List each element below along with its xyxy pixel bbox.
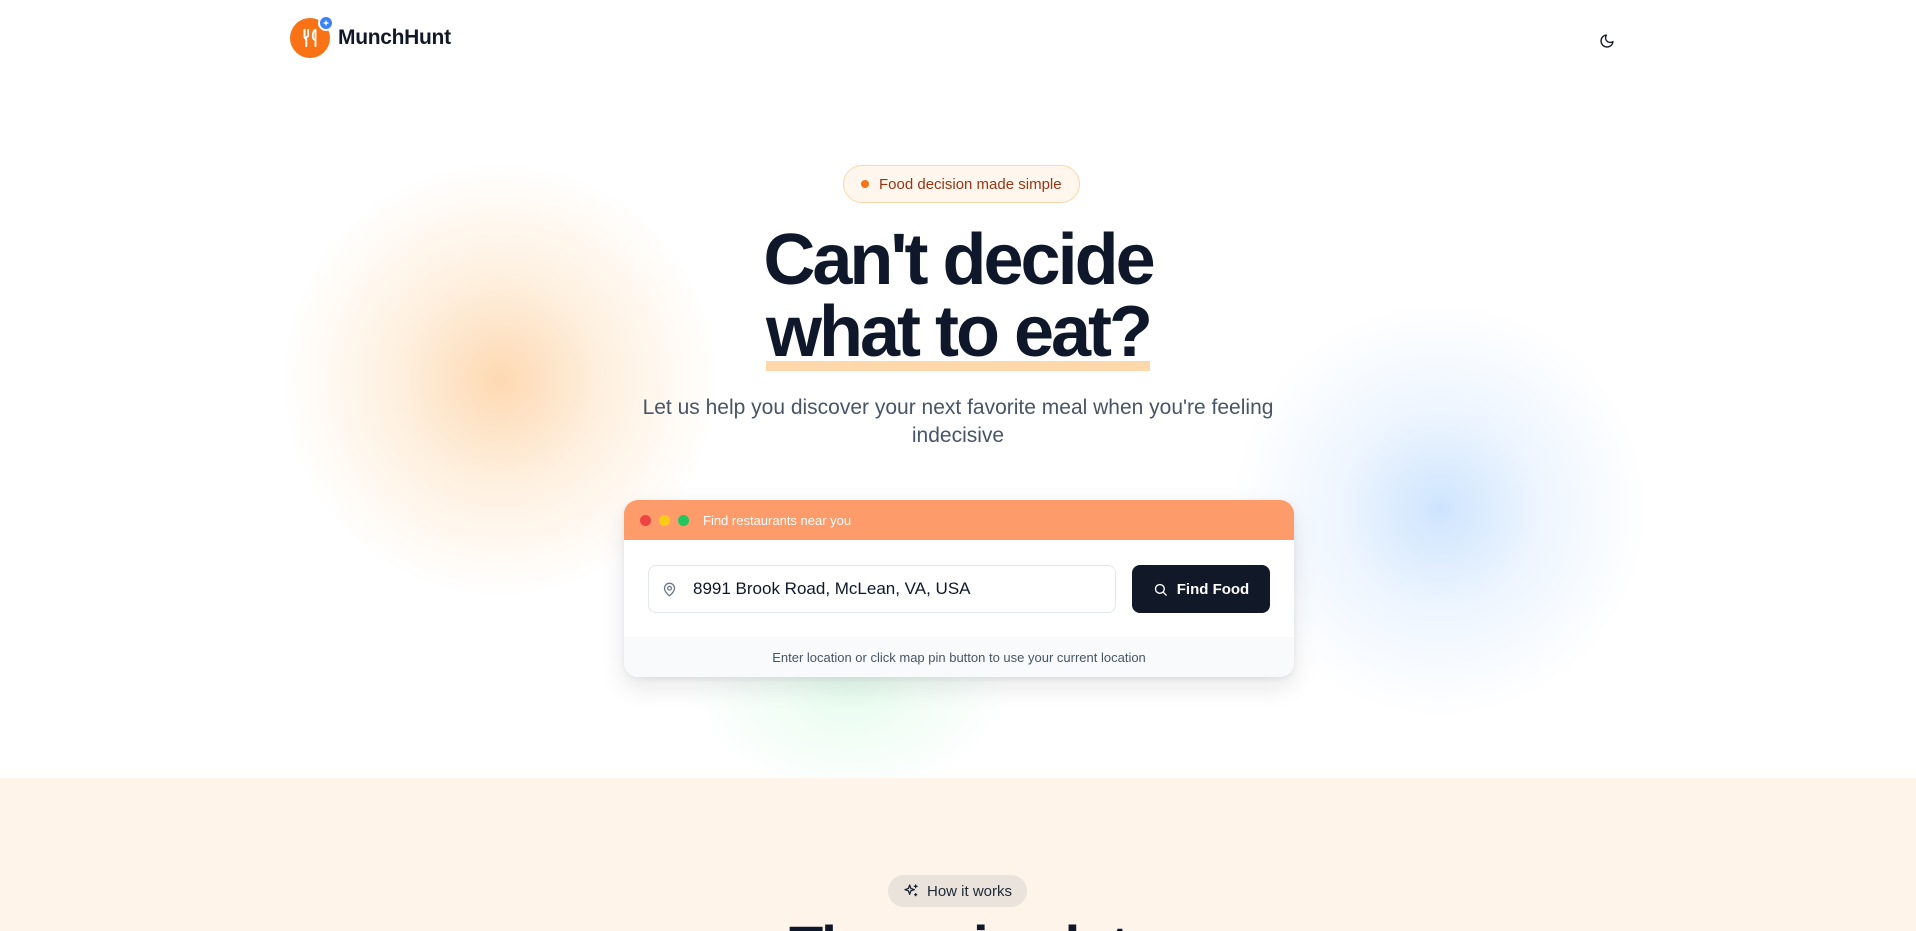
- location-input[interactable]: [693, 579, 1103, 599]
- window-maximize-dot: [678, 514, 689, 526]
- tagline-pill: Food decision made simple: [843, 165, 1080, 203]
- find-food-button[interactable]: Find Food: [1132, 565, 1270, 613]
- headline-line-2-wrap: what to eat?: [765, 296, 1153, 371]
- moon-icon: [1600, 34, 1614, 48]
- map-pin-button[interactable]: [649, 582, 689, 597]
- how-it-works-pill: How it works: [888, 875, 1028, 907]
- theme-toggle-button[interactable]: [1594, 28, 1620, 54]
- hero-headline: Can't decide what to eat?: [0, 224, 1916, 371]
- how-it-works-title: The main plot: [0, 918, 1916, 931]
- hero-subtitle: Let us help you discover your next favor…: [0, 394, 1916, 450]
- search-card: Find restaurants near you Find Food Ente…: [624, 500, 1294, 677]
- map-pin-icon: [663, 582, 675, 596]
- headline-line-2: what to eat?: [765, 292, 1153, 372]
- window-close-dot: [640, 514, 651, 526]
- search-icon: [1154, 583, 1167, 596]
- hero-subtitle-text: Let us help you discover your next favor…: [642, 396, 1274, 447]
- search-card-title: Find restaurants near you: [703, 512, 852, 528]
- fork-knife-icon: [290, 15, 334, 58]
- site-header: MunchHunt: [0, 0, 1916, 80]
- find-food-label: Find Food: [1176, 580, 1250, 598]
- window-minimize-dot: [659, 514, 670, 526]
- brand-name: MunchHunt: [338, 26, 451, 49]
- how-it-works-section: How it works The main plot: [0, 778, 1916, 931]
- how-it-works-label: How it works: [927, 882, 1013, 900]
- search-card-body: Find Food: [624, 540, 1294, 637]
- tagline-text: Food decision made simple: [879, 175, 1062, 193]
- location-field: [648, 565, 1116, 613]
- sparkles-icon: [904, 884, 918, 897]
- headline-line-1: Can't decide: [763, 220, 1155, 300]
- sparkle-icon: [318, 15, 334, 31]
- search-helper-text: Enter location or click map pin button t…: [624, 637, 1294, 677]
- status-dot-icon: [861, 180, 869, 188]
- brand-logo[interactable]: MunchHunt: [290, 15, 451, 58]
- search-card-titlebar: Find restaurants near you: [624, 500, 1294, 540]
